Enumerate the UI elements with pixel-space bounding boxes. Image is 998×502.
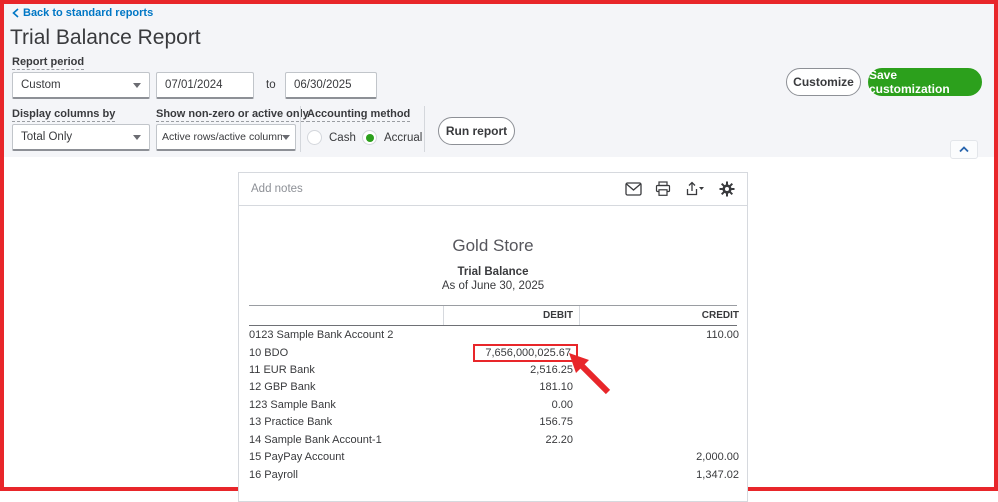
account-name-cell[interactable]: 12 GBP Bank (249, 381, 443, 393)
date-from-input[interactable]: 07/01/2024 (156, 72, 254, 99)
debit-cell[interactable]: 181.10 (443, 381, 579, 393)
chevron-down-icon (133, 83, 141, 88)
debit-column-header[interactable]: DEBIT (443, 306, 579, 325)
add-notes-input[interactable]: Add notes (251, 183, 303, 195)
display-columns-by-value: Total Only (21, 131, 72, 143)
filter-panel: Back to standard reports Trial Balance R… (4, 4, 994, 157)
account-column-header (249, 306, 443, 325)
trial-balance-table: DEBIT CREDIT 0123 Sample Bank Account 2 (249, 305, 737, 484)
chevron-up-icon (959, 146, 969, 153)
account-name-cell[interactable]: 123 Sample Bank (249, 399, 443, 411)
cash-radio[interactable]: Cash (307, 130, 356, 145)
debit-value: 22.20 (545, 434, 573, 446)
account-name-cell[interactable]: 10 BDO (249, 347, 443, 359)
account-name-cell[interactable]: 0123 Sample Bank Account 2 (249, 329, 443, 341)
display-columns-by-select[interactable]: Total Only (12, 124, 150, 151)
divider (300, 106, 301, 152)
to-label: to (266, 79, 276, 91)
date-to-value: 06/30/2025 (294, 79, 352, 91)
print-icon[interactable] (655, 181, 671, 197)
debit-cell[interactable] (443, 329, 579, 341)
report-period-select[interactable]: Custom (12, 72, 150, 99)
debit-value: 7,656,000,025.67 (473, 344, 578, 362)
table-header-row: DEBIT CREDIT (249, 305, 737, 326)
chevron-left-icon (12, 8, 19, 18)
customize-button[interactable]: Customize (786, 68, 861, 96)
account-name-cell[interactable]: 14 Sample Bank Account-1 (249, 434, 443, 446)
display-columns-by-label[interactable]: Display columns by (12, 108, 115, 122)
table-row[interactable]: 16 Payroll 1,347.02 (249, 466, 737, 484)
accrual-radio[interactable]: Accrual (362, 130, 422, 145)
debit-cell[interactable]: 0.00 (443, 399, 579, 411)
table-row[interactable]: 123 Sample Bank 0.00 (249, 396, 737, 414)
accrual-radio-label: Accrual (384, 132, 422, 144)
collapse-panel-button[interactable] (950, 140, 978, 159)
debit-cell[interactable]: 156.75 (443, 416, 579, 428)
report-toolbar: Add notes (239, 173, 747, 206)
credit-cell[interactable]: 2,000.00 (579, 451, 739, 463)
credit-cell[interactable]: 110.00 (579, 329, 739, 341)
table-row[interactable]: 0123 Sample Bank Account 2 110.00 (249, 326, 737, 344)
company-name: Gold Store (239, 236, 747, 256)
debit-cell[interactable]: 7,656,000,025.67 (443, 344, 579, 362)
date-to-input[interactable]: 06/30/2025 (285, 72, 377, 99)
report-as-of-date: As of June 30, 2025 (239, 280, 747, 292)
show-nonzero-label[interactable]: Show non-zero or active only (156, 108, 309, 122)
export-icon[interactable] (684, 181, 706, 197)
chevron-down-icon (282, 135, 290, 140)
date-from-value: 07/01/2024 (165, 79, 223, 91)
table-row[interactable]: 13 Practice Bank 156.75 (249, 414, 737, 432)
email-icon[interactable] (625, 182, 642, 196)
debit-cell[interactable]: 22.20 (443, 434, 579, 446)
report-card: Add notes (238, 172, 748, 502)
show-nonzero-select[interactable]: Active rows/active columns (156, 124, 296, 151)
page-title: Trial Balance Report (10, 26, 201, 50)
account-name-cell[interactable]: 16 Payroll (249, 469, 443, 481)
run-report-button[interactable]: Run report (438, 117, 515, 145)
show-nonzero-value: Active rows/active columns (162, 131, 282, 143)
radio-unselected-icon (307, 130, 322, 145)
settings-gear-icon[interactable] (719, 181, 735, 197)
divider (424, 106, 425, 152)
table-row[interactable]: 11 EUR Bank 2,516.25 (249, 361, 737, 379)
report-period-value: Custom (21, 79, 61, 91)
chevron-down-icon (133, 135, 141, 140)
save-customization-button[interactable]: Save customization (868, 68, 982, 96)
debit-cell[interactable] (443, 469, 579, 481)
table-row[interactable]: 14 Sample Bank Account-1 22.20 (249, 431, 737, 449)
radio-selected-icon (362, 130, 377, 145)
trial-balance-report-page: { "colors": { "annotation_red": "#e8262a… (0, 0, 998, 491)
table-row[interactable]: 15 PayPay Account 2,000.00 (249, 449, 737, 467)
debit-value: 156.75 (539, 416, 573, 428)
account-name-cell[interactable]: 11 EUR Bank (249, 364, 443, 376)
debit-cell[interactable]: 2,516.25 (443, 364, 579, 376)
debit-cell[interactable] (443, 451, 579, 463)
debit-value: 0.00 (552, 399, 573, 411)
account-name-cell[interactable]: 13 Practice Bank (249, 416, 443, 428)
table-row[interactable]: 10 BDO 7,656,000,025.67 (249, 344, 737, 362)
back-to-standard-reports-link[interactable]: Back to standard reports (12, 7, 153, 19)
table-body: 0123 Sample Bank Account 2 110.00 (249, 326, 737, 484)
report-period-label[interactable]: Report period (12, 56, 84, 70)
debit-value: 2,516.25 (530, 364, 573, 376)
account-name-cell[interactable]: 15 PayPay Account (249, 451, 443, 463)
credit-column-header[interactable]: CREDIT (579, 306, 739, 325)
annotation-arrow-icon (568, 352, 614, 398)
accounting-method-label[interactable]: Accounting method (307, 108, 410, 122)
report-actions (625, 181, 735, 197)
credit-cell[interactable]: 1,347.02 (579, 469, 739, 481)
report-name: Trial Balance (239, 266, 747, 278)
cash-radio-label: Cash (329, 132, 356, 144)
table-row[interactable]: 12 GBP Bank 181.10 (249, 379, 737, 397)
back-link-label: Back to standard reports (23, 7, 153, 19)
